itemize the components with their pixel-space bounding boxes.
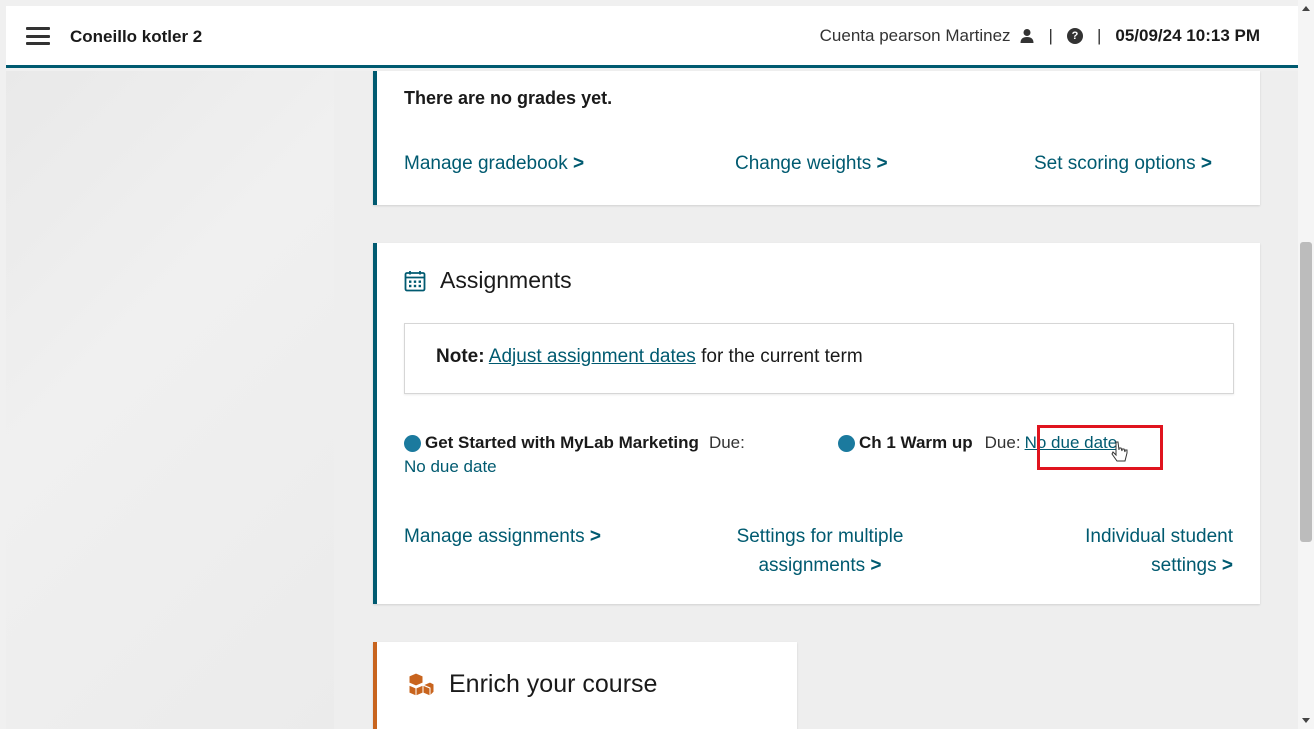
user-icon[interactable]: [1019, 28, 1035, 44]
settings-multiple-line1: Settings for multiple: [736, 526, 904, 547]
settings-multiple-line2: assignments: [758, 555, 866, 576]
course-title[interactable]: Coneillo kotler 2: [70, 27, 202, 47]
chevron-right-icon: >: [870, 555, 882, 576]
status-dot-icon: [404, 434, 421, 452]
manage-assignments-label: Manage assignments: [404, 526, 585, 547]
change-weights-label: Change weights: [735, 153, 872, 174]
manage-gradebook-link[interactable]: Manage gradebook >: [404, 153, 584, 175]
date-time: 05/09/24 10:13 PM: [1115, 26, 1260, 45]
boxes-icon: [408, 671, 435, 697]
enrich-header: Enrich your course: [407, 670, 657, 699]
note-box: Note: Adjust assignment dates for the cu…: [404, 323, 1234, 394]
assignment-name[interactable]: Ch 1 Warm up: [859, 433, 973, 453]
chevron-right-icon: >: [1200, 153, 1212, 174]
individual-line1: Individual student: [1085, 526, 1233, 547]
enrich-title: Enrich your course: [449, 670, 658, 698]
user-area: Cuenta pearson Martinez | ? | 05/09/24 1…: [820, 26, 1260, 46]
user-name[interactable]: Cuenta pearson Martinez: [820, 26, 1011, 46]
individual-line2: settings: [1151, 555, 1217, 576]
help-icon[interactable]: ?: [1066, 28, 1083, 44]
settings-multiple-assignments-link[interactable]: Settings for multiple assignments >: [700, 522, 940, 580]
assignments-header: Assignments: [404, 267, 572, 294]
grades-card: There are no grades yet. Manage gradeboo…: [373, 71, 1260, 205]
page-scrollbar[interactable]: [1298, 0, 1314, 729]
assignment-item: Get Started with MyLab Marketing Due:: [404, 433, 745, 453]
mouse-cursor-icon: [1111, 441, 1128, 462]
individual-line2-wrap: settings >: [1033, 551, 1233, 580]
due-date-link[interactable]: No due date: [404, 457, 497, 477]
note-text: Note: Adjust assignment dates for the cu…: [436, 346, 863, 368]
chevron-right-icon: >: [573, 153, 585, 174]
chevron-right-icon: >: [589, 526, 601, 547]
manage-gradebook-label: Manage gradebook: [404, 153, 568, 174]
enrich-course-card: Enrich your course: [373, 642, 797, 729]
individual-student-settings-link[interactable]: Individual student settings >: [1033, 522, 1233, 580]
set-scoring-options-link[interactable]: Set scoring options >: [1034, 153, 1212, 175]
no-grades-message: There are no grades yet.: [404, 88, 613, 108]
status-dot-icon: [838, 434, 855, 452]
scroll-down-arrow-icon[interactable]: [1302, 718, 1310, 723]
due-label: Due:: [984, 433, 1021, 452]
highlight-box: [1037, 425, 1163, 470]
assignment-name[interactable]: Get Started with MyLab Marketing: [425, 433, 699, 453]
chevron-right-icon: >: [1221, 555, 1233, 576]
note-suffix: for the current term: [701, 346, 863, 367]
scroll-up-arrow-icon[interactable]: [1302, 6, 1310, 11]
chevron-right-icon: >: [876, 153, 888, 174]
top-navigation-bar: Coneillo kotler 2 Cuenta pearson Martine…: [6, 6, 1298, 68]
separator: |: [1096, 26, 1102, 45]
left-background-panel: [6, 71, 334, 729]
settings-multiple-line2-wrap: assignments >: [700, 551, 940, 580]
manage-assignments-link[interactable]: Manage assignments >: [404, 526, 601, 548]
assignments-title: Assignments: [440, 267, 572, 293]
assignments-card: Assignments Note: Adjust assignment date…: [373, 243, 1260, 604]
set-scoring-options-label: Set scoring options: [1034, 153, 1196, 174]
note-label: Note:: [436, 346, 485, 367]
scroll-thumb[interactable]: [1300, 242, 1312, 542]
adjust-assignment-dates-link[interactable]: Adjust assignment dates: [489, 346, 696, 367]
due-label: Due:: [708, 433, 745, 452]
separator: |: [1048, 26, 1053, 45]
hamburger-menu-icon[interactable]: [26, 27, 50, 45]
calendar-icon: [404, 270, 426, 291]
change-weights-link[interactable]: Change weights >: [735, 153, 888, 175]
